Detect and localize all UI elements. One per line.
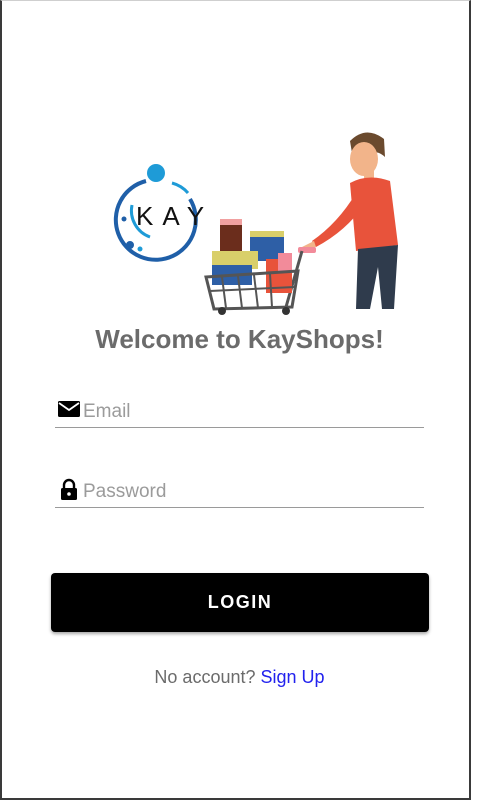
signup-link[interactable]: Sign Up [261,667,325,687]
app-screen: KAY Welcome to KayShops! Email LOGIN No … [0,0,471,800]
signup-row: No account? Sign Up [2,667,477,688]
email-field [55,397,424,428]
login-button[interactable]: LOGIN [51,573,429,632]
envelope-icon [58,401,80,417]
hero-illustration: KAY [113,132,398,315]
password-input[interactable] [83,479,413,505]
signup-prompt: No account? [154,667,256,687]
logo-text: KAY [136,201,213,231]
kay-logo: KAY [113,164,213,262]
shopper-figure [302,132,398,309]
password-field [55,477,424,508]
welcome-title: Welcome to KayShops! [95,324,384,354]
email-input[interactable] [83,399,413,425]
lock-icon [61,478,77,500]
shopping-cart [204,219,316,315]
